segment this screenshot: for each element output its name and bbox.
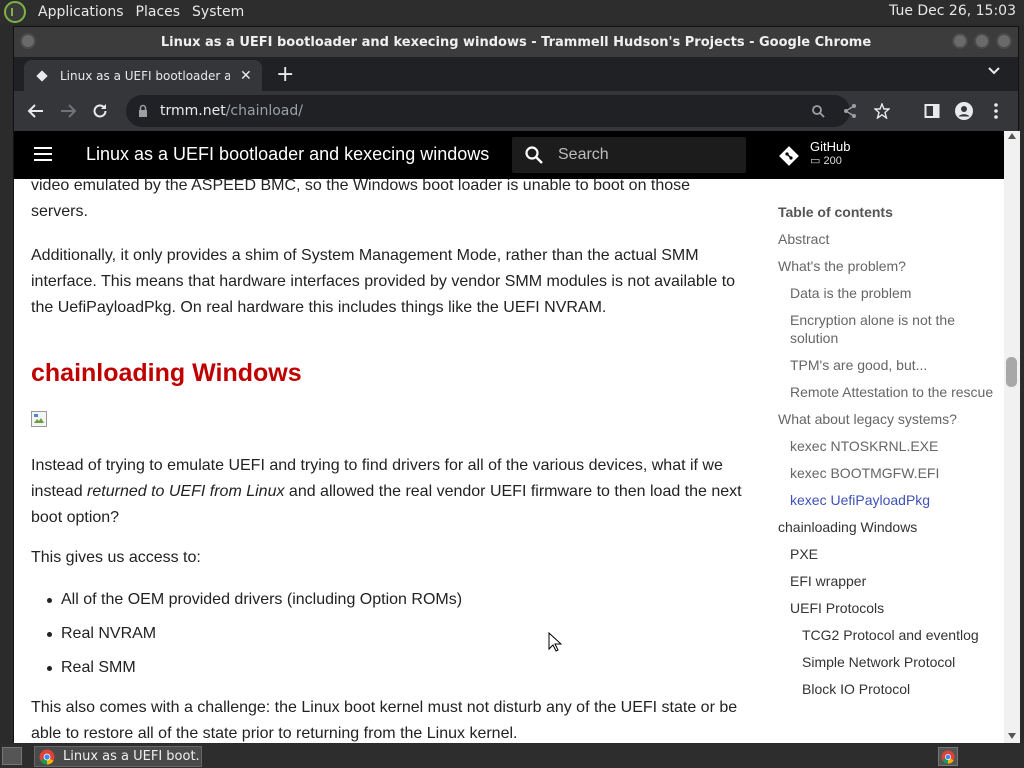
toc-item-kexec-bootmgfw[interactable]: kexec BOOTMGFW.EFI [778,464,1004,482]
paragraph-instead: Instead of trying to emulate UEFI and tr… [31,453,747,531]
share-icon[interactable] [838,99,862,123]
toc-item-efi-wrapper[interactable]: EFI wrapper [778,572,1004,590]
profile-avatar-icon[interactable] [952,99,976,123]
window-menu-icon[interactable] [20,33,36,49]
zoom-search-icon[interactable] [806,99,830,123]
paragraph-challenge: This also comes with a challenge: the Li… [31,699,738,742]
repo-icon: ▭ [810,155,824,167]
tab-title: Linux as a UEFI bootloader and kexecing … [60,68,230,83]
scroll-down-arrow-icon[interactable] [1008,733,1016,739]
site-title[interactable]: Linux as a UEFI bootloader and kexecing … [86,144,489,165]
toc-item-remote-attestation[interactable]: Remote Attestation to the rescue [778,383,1004,401]
tray-chrome-icon[interactable] [938,747,958,766]
taskbar-window-label: Linux as a UEFI boot... [63,749,199,764]
clock[interactable]: Tue Dec 26, 15:03 [889,3,1016,19]
tab-search-chevron-icon[interactable] [988,65,1000,77]
maximize-icon[interactable] [974,33,990,49]
chrome-icon [39,749,55,765]
browser-toolbar: trmm.net/chainload/ [14,91,1018,131]
access-list: All of the OEM provided drivers (includi… [31,587,462,689]
back-arrow-icon[interactable] [24,99,48,123]
github-label: GitHub [810,139,851,154]
taskbar-chrome-window[interactable]: Linux as a UEFI boot... [34,746,202,767]
places-menu[interactable]: Places [136,4,181,20]
paragraph-smm: Additionally, it only provides a shim of… [31,247,736,316]
minimize-icon[interactable] [952,33,968,49]
reload-icon[interactable] [88,99,112,123]
toc-item-whats-the-problem[interactable]: What's the problem? [778,257,1004,275]
toc-item-simple-network-protocol[interactable]: Simple Network Protocol [778,653,1004,671]
search-input[interactable] [558,146,728,164]
new-tab-plus-icon[interactable]: + [276,62,294,87]
toc-item-encryption-alone[interactable]: Encryption alone is not the solution [778,311,1004,347]
forward-arrow-icon[interactable] [56,99,80,123]
close-window-icon[interactable] [996,33,1012,49]
scroll-up-arrow-icon[interactable] [1008,133,1016,139]
toc-item-uefi-protocols[interactable]: UEFI Protocols [778,599,1004,617]
search-icon [525,146,543,164]
browser-window: Linux as a UEFI bootloader and kexecing … [13,26,1020,743]
system-panel: Applications Places System Tue Dec 26, 1… [0,0,1024,24]
bookmark-star-icon[interactable] [870,99,894,123]
toc-item-data-is-the-problem[interactable]: Data is the problem [778,284,1004,302]
github-text: GitHub ▭ 200 [810,139,850,167]
toc-title: Table of contents [778,204,893,220]
github-stars-count: 200 [823,155,842,167]
page-scrollbar[interactable] [1004,131,1020,743]
github-link[interactable]: GitHub ▭ 200 [778,139,850,167]
broken-image-icon [31,411,47,427]
url-text[interactable]: trmm.net/chainload/ [160,103,303,119]
address-bar[interactable]: trmm.net/chainload/ [126,95,890,127]
site-header: Linux as a UEFI bootloader and kexecing … [14,131,1004,179]
lock-icon[interactable] [136,104,150,118]
list-item: Real NVRAM [31,621,462,655]
paragraph-access: This gives us access to: [31,549,201,566]
web-page: Linux as a UEFI bootloader and kexecing … [14,131,1004,743]
applications-menu[interactable]: Applications [38,4,124,20]
distro-logo-icon[interactable] [4,1,26,23]
site-favicon-icon [34,68,50,84]
toc-item-block-io-protocol[interactable]: Block IO Protocol [778,680,1004,698]
tab-strip: Linux as a UEFI bootloader and kexecing … [14,57,1018,91]
github-stars: ▭ 200 [810,154,850,167]
url-path: /chainload/ [225,103,303,119]
window-title-bar[interactable]: Linux as a UEFI bootloader and kexecing … [14,27,1018,57]
list-item: All of the OEM provided drivers (includi… [31,587,462,621]
tab-close-icon[interactable]: ✕ [240,68,252,84]
toc-item-abstract[interactable]: Abstract [778,230,1004,248]
show-desktop-icon[interactable] [2,747,22,765]
side-panel-icon[interactable] [920,99,944,123]
site-search[interactable] [512,137,746,173]
toc-item-tcg2-protocol[interactable]: TCG2 Protocol and eventlog [778,626,1004,644]
paragraph-aspeed: video emulated by the ASPEED BMC, so the… [31,177,691,220]
toc-item-kexec-ntoskrnl[interactable]: kexec NTOSKRNL.EXE [778,437,1004,455]
active-tab[interactable]: Linux as a UEFI bootloader and kexecing … [24,60,262,91]
git-icon [779,146,799,166]
kebab-menu-icon[interactable] [984,99,1008,123]
table-of-contents: Table of contents Abstract What's the pr… [778,203,1004,707]
taskbar: Linux as a UEFI boot... [0,744,1024,768]
section-heading: chainloading Windows [31,359,302,387]
url-host: trmm.net [160,103,226,119]
list-item: Real SMM [31,655,462,689]
paragraph-instead-emphasis: returned to UEFI from Linux [87,483,285,500]
toc-item-pxe[interactable]: PXE [778,545,1004,563]
toc-item-kexec-uefipayloadpkg[interactable]: kexec UefiPayloadPkg [778,491,1004,509]
system-menu[interactable]: System [192,4,244,20]
toc-item-chainloading-windows[interactable]: chainloading Windows [778,518,1004,536]
toc-item-tpms-are-good[interactable]: TPM's are good, but... [778,356,1004,374]
toc-item-legacy-systems[interactable]: What about legacy systems? [778,410,1004,428]
mouse-cursor-icon [548,632,562,652]
window-title: Linux as a UEFI bootloader and kexecing … [160,34,872,50]
hamburger-menu-icon[interactable] [34,147,52,161]
scrollbar-thumb[interactable] [1006,357,1017,387]
